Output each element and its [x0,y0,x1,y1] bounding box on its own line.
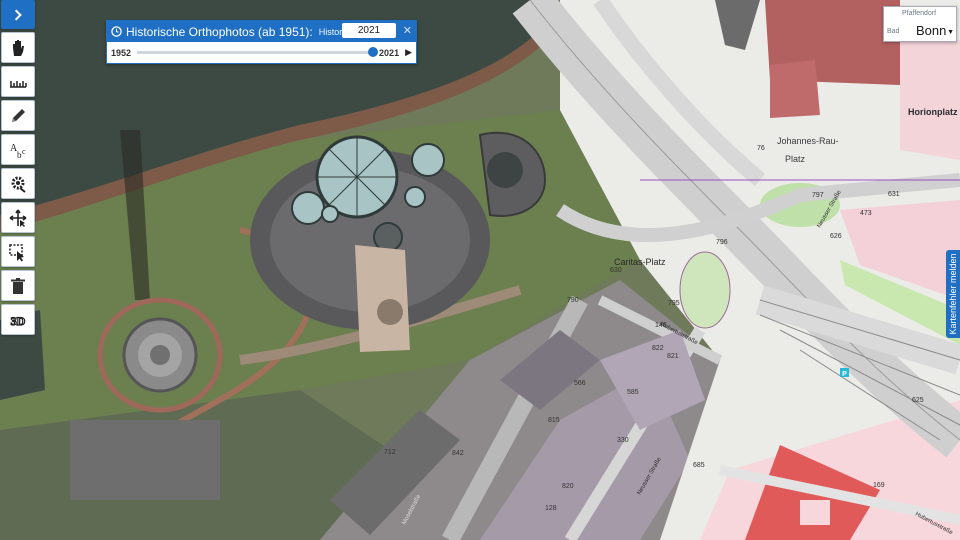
city-sub-label: Pfaffendorf [902,10,937,17]
house-number: 821 [667,353,679,360]
move-icon [9,209,27,227]
historic-orthophoto-panel: Historische Orthophotos (ab 1951): Histo… [106,20,417,64]
label-platz: Platz [785,154,806,164]
parking-label: P [842,371,847,378]
historic-panel-header: Historische Orthophotos (ab 1951): Histo… [107,21,416,42]
label-caritas-platz: Caritas-Platz [614,257,666,267]
label-johannes-rau: Johannes-Rau- [777,136,839,146]
city-bad-label: Bad [887,28,900,35]
year-input[interactable]: 2021 [342,23,396,38]
house-number: 790 [567,297,579,304]
chevron-down-icon: ▼ [947,29,954,36]
house-number: 822 [652,345,664,352]
house-number: 473 [860,210,872,217]
measure-tool-button[interactable] [1,66,35,97]
slider-start-year: 1952 [111,47,132,58]
house-number: 76 [757,145,765,152]
label-horionplatz: Horionplatz [908,107,958,117]
house-number: 330 [617,437,629,444]
settings-icon [11,176,26,193]
clock-icon [111,26,122,37]
house-number: 685 [693,462,705,469]
svg-text:c: c [22,147,26,156]
historic-slider-row: 1952 2021 ▶ [107,42,416,63]
house-number: 631 [888,191,900,198]
map-canvas[interactable]: P Johannes-Rau- Platz Horionplatz Carita… [0,0,960,540]
select-icon [9,243,24,261]
text-tool-button[interactable]: Abc [1,134,35,165]
house-number: 797 [812,192,824,199]
trash-icon [11,277,25,294]
house-number: 795 [668,300,680,307]
city-name: Bonn [916,23,947,38]
year-slider[interactable] [137,47,379,57]
hand-icon [13,39,24,56]
delete-tool-button[interactable] [1,270,35,301]
select-tool-button[interactable] [1,236,35,267]
house-number: 169 [873,482,885,489]
house-number: 128 [545,505,557,512]
text-icon: Ab c [10,143,26,160]
house-number: 820 [562,483,574,490]
house-number: 146 [655,322,667,329]
pencil-icon [12,108,25,122]
report-map-error-label: Kartenfehler melden [948,253,958,335]
slider-handle[interactable] [368,47,379,57]
house-number: 796 [716,239,728,246]
house-number: 630 [610,267,622,274]
3d-icon: 3D [10,313,26,328]
play-icon[interactable]: ▶ [405,47,412,58]
house-number: 585 [627,389,639,396]
close-icon[interactable]: ✕ [403,24,412,37]
chevron-right-icon [14,8,22,21]
move-tool-button[interactable] [1,202,35,233]
3d-label: 3D [11,314,26,328]
city-selector[interactable]: Pfaffendorf Bad Bonn ▼ [883,6,957,42]
historic-panel-title: Historische Orthophotos (ab 1951): [126,24,313,39]
house-number: 712 [384,449,396,456]
measure-icon [10,80,27,88]
draw-tool-button[interactable] [1,100,35,131]
expand-toolbar-button[interactable] [1,0,35,29]
house-number: 842 [452,450,464,457]
house-number: 625 [912,397,924,404]
house-number: 626 [830,233,842,240]
pan-tool-button[interactable] [1,32,35,63]
house-number: 566 [574,380,586,387]
tool-bar: Abc 3D [0,0,35,338]
report-map-error-button[interactable]: Kartenfehler melden [946,250,960,338]
view-3d-button[interactable]: 3D [1,304,35,335]
settings-tool-button[interactable] [1,168,35,199]
house-number: 815 [548,417,560,424]
slider-end-year: 2021 [379,47,400,58]
